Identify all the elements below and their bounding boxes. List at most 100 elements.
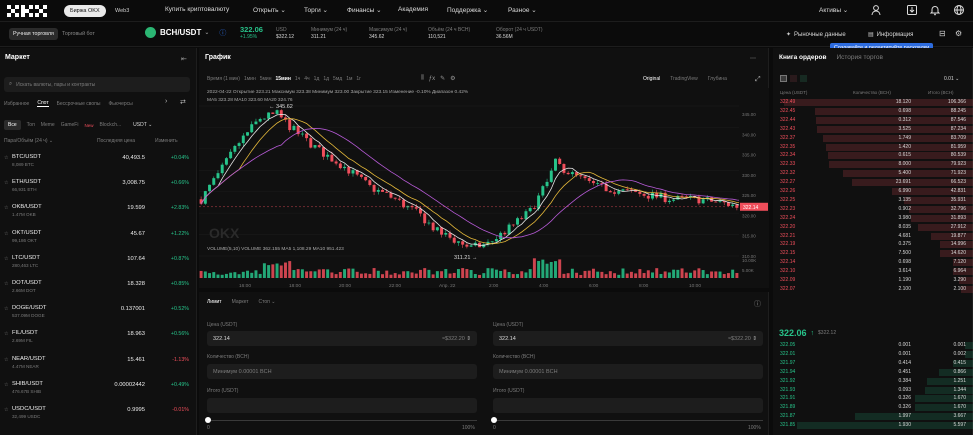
sell-slider[interactable]: [493, 420, 763, 421]
ask-row[interactable]: 322.43 3.525 87.234: [773, 125, 973, 134]
nav-more[interactable]: Разное ⌄: [508, 6, 537, 14]
view-both-icon[interactable]: [780, 75, 787, 82]
nav-open[interactable]: Открыть ⌄: [253, 6, 286, 14]
market-row[interactable]: ☆ USDC/USDT 32,499 USDC 0.9995 -0.01%: [0, 401, 197, 426]
tab-orderbook[interactable]: Книга ордеров: [779, 54, 826, 61]
sell-total-input[interactable]: [493, 398, 763, 413]
star-icon[interactable]: ☆: [4, 155, 8, 161]
market-search[interactable]: ⌕ Искать валюты, пары и контракты: [4, 77, 190, 92]
market-row[interactable]: ☆ NEAR/USDT 4.47M NEAR 15.461 -1.13%: [0, 351, 197, 376]
star-icon[interactable]: ☆: [4, 256, 8, 262]
sell-price-input[interactable]: 322.14 ≈$322.20 ⇕: [493, 331, 763, 346]
interval-option[interactable]: 4ч: [304, 76, 309, 82]
pair-selector[interactable]: BCH/USDT ⌄ ⓘ: [145, 27, 226, 38]
star-icon[interactable]: ☆: [4, 180, 8, 186]
col-change[interactable]: Изменить: [155, 138, 178, 144]
market-row[interactable]: ☆ SHIB/USDT 476.67B SHIB 0.00002442 +0.49%: [0, 376, 197, 401]
interval-option[interactable]: 15мин: [276, 76, 291, 82]
tab-perpetual[interactable]: Бессрочные свопы: [57, 101, 101, 107]
bid-row[interactable]: 321.97 0.414 0.415: [773, 359, 973, 368]
candlestick-chart[interactable]: OKX ← 345.62 311.21 → 345.00 340.00 335.00 330…: [199, 88, 769, 288]
order-info-icon[interactable]: ⓘ: [754, 299, 761, 309]
user-icon[interactable]: [870, 4, 882, 18]
bid-row[interactable]: 321.91 0.326 1.670: [773, 394, 973, 403]
interval-option[interactable]: 5мин: [260, 76, 272, 82]
ask-row[interactable]: 322.10 3.614 6.964: [773, 267, 973, 276]
market-data-button[interactable]: ✦ Рыночные данные: [786, 31, 846, 39]
ask-row[interactable]: 322.24 3.980 31.893: [773, 214, 973, 223]
star-icon[interactable]: ☆: [4, 382, 8, 388]
sell-slider-handle[interactable]: [491, 417, 497, 423]
interval-option[interactable]: 1г: [356, 76, 361, 82]
buy-price-input[interactable]: 322.14 ≈$322.20 ⇕: [207, 331, 477, 346]
ask-row[interactable]: 322.37 1.749 83.709: [773, 134, 973, 143]
ask-row[interactable]: 322.14 0.698 7.120: [773, 258, 973, 267]
tab-market[interactable]: Маркет: [232, 299, 249, 305]
ask-row[interactable]: 322.21 4.681 19.877: [773, 232, 973, 241]
trading-bot-tab[interactable]: Торговый бот: [62, 28, 95, 40]
interval-option[interactable]: 1д: [323, 76, 329, 82]
star-icon[interactable]: ☆: [4, 281, 8, 287]
view-asks-icon[interactable]: [790, 75, 797, 82]
bid-row[interactable]: 321.89 0.326 1.670: [773, 403, 973, 412]
view-depth[interactable]: Глубина: [708, 76, 727, 82]
ask-row[interactable]: 322.23 0.902 32.796: [773, 205, 973, 214]
chart-menu-icon[interactable]: ⋯: [750, 55, 756, 62]
filter-meme[interactable]: Meme: [41, 122, 55, 128]
tab-futures[interactable]: Фьючерсы: [108, 101, 132, 107]
view-original[interactable]: Original: [643, 76, 660, 82]
indicators-icon[interactable]: ƒx: [429, 76, 435, 82]
tick-size-selector[interactable]: 0.01 ⌄: [944, 76, 959, 82]
ask-row[interactable]: 322.32 5.400 71.923: [773, 169, 973, 178]
col-pair-volume[interactable]: Пара/Объём (24 ч) ⌄: [4, 138, 53, 144]
layout-icon[interactable]: ⊟: [939, 29, 946, 38]
market-row[interactable]: ☆ DOGE/USDT 537.09M DOGE 0.137001 +0.52%: [0, 300, 197, 325]
bid-row[interactable]: 321.87 1.997 3.667: [773, 412, 973, 421]
chevron-right-icon[interactable]: ›: [165, 98, 167, 105]
tab-okx-exchange[interactable]: Биржа OKX: [64, 5, 106, 17]
ask-row[interactable]: 322.49 18.120 106.366: [773, 98, 973, 107]
info-icon[interactable]: ⓘ: [219, 28, 226, 38]
bid-row[interactable]: 321.92 0.384 1.251: [773, 377, 973, 386]
swap-icon[interactable]: ⇄: [180, 98, 186, 106]
star-icon[interactable]: ☆: [4, 357, 8, 363]
nav-academy[interactable]: Академия: [398, 6, 428, 13]
interval-option[interactable]: Время (1 мин): [207, 76, 240, 82]
tab-trade-history[interactable]: История торгов: [836, 54, 882, 61]
buy-qty-input[interactable]: Минимум 0.00001 BCH: [207, 364, 477, 379]
okx-logo[interactable]: [7, 4, 49, 18]
ask-row[interactable]: 322.19 0.375 14.996: [773, 240, 973, 249]
ask-row[interactable]: 322.44 0.312 87.546: [773, 116, 973, 125]
view-bids-icon[interactable]: [800, 75, 807, 82]
globe-icon[interactable]: [953, 4, 965, 18]
buy-slider-handle[interactable]: [205, 417, 211, 423]
market-row[interactable]: ☆ BTC/USDT 8,089 BTC 40,493.5 +0.04%: [0, 149, 197, 174]
bid-row[interactable]: 322.01 0.001 0.002: [773, 350, 973, 359]
settings-icon[interactable]: ⚙: [955, 29, 962, 38]
bid-row[interactable]: 321.85 1.930 5.597: [773, 421, 973, 430]
manual-trading-tab[interactable]: Ручная торговля: [9, 28, 58, 40]
nav-assets[interactable]: Активы ⌄: [819, 6, 848, 14]
tab-web3[interactable]: Web3: [109, 5, 135, 17]
settings-icon[interactable]: ⚙: [450, 75, 455, 82]
market-row[interactable]: ☆ DOT/USDT 2.66M DOT 18.328 +0.85%: [0, 275, 197, 300]
buy-total-input[interactable]: [207, 398, 477, 413]
quote-selector[interactable]: USDT ⌄: [133, 122, 152, 128]
interval-option[interactable]: 1д: [314, 76, 320, 82]
bid-row[interactable]: 321.94 0.451 0.866: [773, 368, 973, 377]
nav-trade[interactable]: Торги ⌄: [304, 6, 328, 14]
ask-row[interactable]: 322.45 0.698 88.245: [773, 107, 973, 116]
nav-support[interactable]: Поддержка ⌄: [447, 6, 488, 14]
filter-top[interactable]: Топ: [27, 122, 35, 128]
market-row[interactable]: ☆ OKB/USDT 1.47M OKB 19.599 +2.83%: [0, 199, 197, 224]
fullscreen-icon[interactable]: ⤢: [755, 76, 761, 84]
tab-spot[interactable]: Спот: [37, 100, 49, 107]
ask-row[interactable]: 322.20 8.035 27.912: [773, 223, 973, 232]
market-row[interactable]: ☆ ETH/USDT 66,931 ETH 3,008.75 +0.66%: [0, 174, 197, 199]
star-icon[interactable]: ☆: [4, 407, 8, 413]
tab-favorites[interactable]: Избранное: [4, 101, 29, 107]
bid-row[interactable]: 322.05 0.001 0.001: [773, 341, 973, 350]
sell-qty-input[interactable]: Минимум 0.00001 BCH: [493, 364, 763, 379]
star-icon[interactable]: ☆: [4, 306, 8, 312]
collapse-icon[interactable]: ⇤: [181, 55, 187, 63]
